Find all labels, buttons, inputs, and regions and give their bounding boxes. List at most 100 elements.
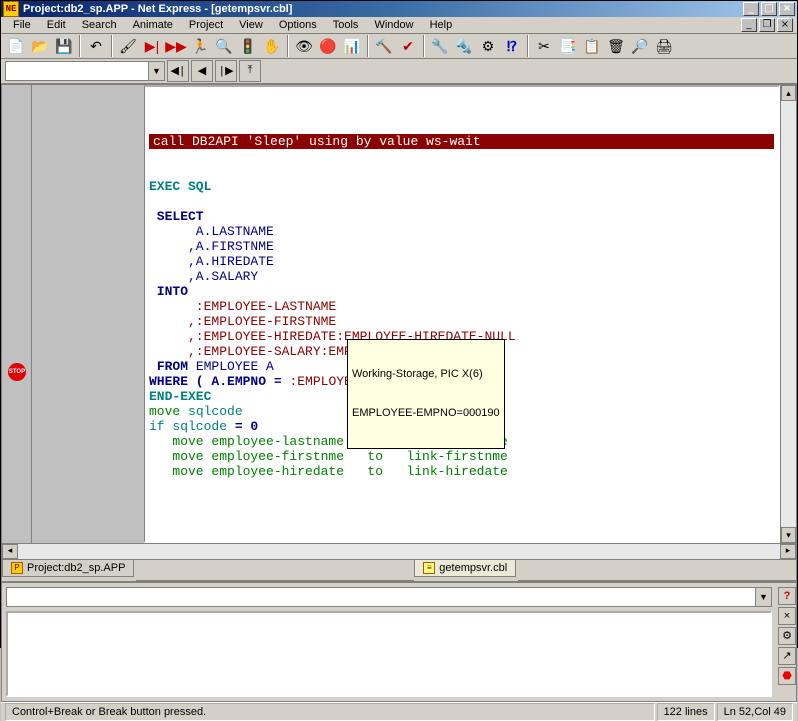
- menu-project[interactable]: Project: [181, 17, 231, 33]
- callstack-icon[interactable]: 📊: [341, 35, 363, 57]
- close-output-icon[interactable]: ×: [778, 607, 796, 625]
- step-into-icon[interactable]: ▶▶: [165, 35, 187, 57]
- hover-tooltip: Working-Storage, PIC X(6) EMPLOYEE-EMPNO…: [347, 339, 505, 449]
- copy-icon[interactable]: 📑: [557, 35, 579, 57]
- menu-animate[interactable]: Animate: [125, 17, 181, 33]
- run-icon[interactable]: 🏃: [189, 35, 211, 57]
- separator: [111, 35, 113, 57]
- gutter: STOP: [2, 85, 32, 543]
- code-token: INTO: [149, 284, 188, 299]
- code-token: END-EXEC: [149, 389, 211, 404]
- nav-next-button[interactable]: |▶: [215, 60, 237, 82]
- code-editor[interactable]: call DB2API 'Sleep' using by value ws-wa…: [144, 85, 780, 543]
- menu-search[interactable]: Search: [74, 17, 125, 33]
- separator: [423, 35, 425, 57]
- output-text[interactable]: [6, 611, 772, 697]
- document-tabs: P Project:db2_sp.APP ≡ getempsvr.cbl: [2, 559, 796, 581]
- scroll-right-icon[interactable]: ▸: [780, 544, 796, 559]
- left-margin: [32, 85, 144, 543]
- undo-icon[interactable]: ↶: [85, 35, 107, 57]
- separator: [287, 35, 289, 57]
- check-icon[interactable]: ✔: [397, 35, 419, 57]
- scroll-left-icon[interactable]: ◂: [2, 544, 18, 559]
- breakpoint-icon[interactable]: 🔴: [317, 35, 339, 57]
- scroll-up-icon[interactable]: ▴: [781, 85, 796, 101]
- help-icon[interactable]: ⁉: [501, 35, 523, 57]
- vertical-scrollbar[interactable]: ▴ ▾: [780, 85, 796, 543]
- paste-icon[interactable]: 📋: [581, 35, 603, 57]
- nav-prev-button[interactable]: ◀: [191, 60, 213, 82]
- title-text: Project:db2_sp.APP - Net Express - [gete…: [23, 3, 292, 15]
- stop-output-icon[interactable]: ⬣: [778, 667, 796, 685]
- mdi-minimize-button[interactable]: _: [741, 18, 757, 32]
- mdi-restore-button[interactable]: ❐: [759, 18, 775, 32]
- nav-first-button[interactable]: ◀|: [167, 60, 189, 82]
- toolbar: 📄 📂 💾 ↶ 🖌 ▶| ▶▶ 🏃 🔍 🚦 ✋ 👁 🔴 📊 🔨 ✔ 🔧 🔩 ⚙ …: [1, 34, 797, 59]
- close-button[interactable]: ×: [779, 2, 795, 16]
- output-filter-combo[interactable]: ▼: [6, 587, 772, 607]
- app-icon: NE: [3, 1, 19, 17]
- code-token: if sqlcode = 0: [149, 419, 258, 434]
- code-token: move sqlcode: [149, 404, 243, 419]
- output-pane: ▼ ? × ⚙ ↗ ⬣: [2, 581, 796, 701]
- dropdown-icon[interactable]: ▼: [755, 588, 771, 606]
- window-controls: _ □ ×: [743, 2, 795, 16]
- code-token: FROM EMPLOYEE A: [149, 359, 274, 374]
- tool-b-icon[interactable]: ↗: [778, 647, 796, 665]
- status-position: Ln 52,Col 49: [717, 703, 793, 721]
- tab-label: getempsvr.cbl: [439, 562, 507, 574]
- tab-filler: [136, 560, 414, 581]
- save-icon[interactable]: 💾: [53, 35, 75, 57]
- menu-help[interactable]: Help: [422, 17, 461, 33]
- separator: [79, 35, 81, 57]
- menu-window[interactable]: Window: [366, 17, 421, 33]
- print-icon[interactable]: 🖨: [653, 35, 675, 57]
- new-icon[interactable]: 📄: [5, 35, 27, 57]
- client-area: STOP call DB2API 'Sleep' using by value …: [1, 84, 797, 702]
- tool2-icon[interactable]: 🔩: [453, 35, 475, 57]
- code-token: ,A.SALARY: [149, 269, 258, 284]
- build-icon[interactable]: 🔨: [373, 35, 395, 57]
- code-token: SELECT: [149, 209, 204, 224]
- menu-view[interactable]: View: [231, 17, 271, 33]
- scroll-track[interactable]: [18, 544, 780, 559]
- zoom-icon[interactable]: 🔍: [213, 35, 235, 57]
- code-token: ,:EMPLOYEE-FIRSTNME: [149, 314, 336, 329]
- maximize-button[interactable]: □: [761, 2, 777, 16]
- code-token: A.LASTNAME: [149, 224, 274, 239]
- menu-options[interactable]: Options: [271, 17, 325, 33]
- tool-icon[interactable]: 🔧: [429, 35, 451, 57]
- nav-last-button[interactable]: ⤒: [239, 60, 261, 82]
- break-icon[interactable]: ✋: [261, 35, 283, 57]
- scroll-track[interactable]: [781, 101, 796, 527]
- separator: [367, 35, 369, 57]
- dropdown-icon[interactable]: ▼: [148, 62, 164, 80]
- find-icon[interactable]: 🔎: [629, 35, 651, 57]
- cut-icon[interactable]: ✂: [533, 35, 555, 57]
- minimize-button[interactable]: _: [743, 2, 759, 16]
- mdi-close-button[interactable]: ×: [777, 18, 793, 32]
- stop-breakpoint-icon[interactable]: STOP: [8, 363, 26, 381]
- titlebar: NE Project:db2_sp.APP - Net Express - [g…: [1, 1, 797, 17]
- scroll-down-icon[interactable]: ▾: [781, 527, 796, 543]
- open-icon[interactable]: 📂: [29, 35, 51, 57]
- code-token: ,A.FIRSTNME: [149, 239, 274, 254]
- step-over-icon[interactable]: ▶|: [141, 35, 163, 57]
- menu-edit[interactable]: Edit: [39, 17, 74, 33]
- brush-icon[interactable]: 🖌: [117, 35, 139, 57]
- delete-icon[interactable]: 🗑: [605, 35, 627, 57]
- menu-tools[interactable]: Tools: [325, 17, 367, 33]
- tool3-icon[interactable]: ⚙: [477, 35, 499, 57]
- statusbar: Control+Break or Break button pressed. 1…: [1, 702, 797, 721]
- tab-project[interactable]: P Project:db2_sp.APP: [2, 560, 134, 577]
- tab-source[interactable]: ≡ getempsvr.cbl: [414, 560, 516, 577]
- tool-a-icon[interactable]: ⚙: [778, 627, 796, 645]
- watch-icon[interactable]: 👁: [293, 35, 315, 57]
- code-token: EXEC SQL: [149, 179, 211, 194]
- horizontal-scrollbar[interactable]: ◂ ▸: [2, 543, 796, 559]
- help-icon[interactable]: ?: [778, 587, 796, 605]
- menu-file[interactable]: File: [5, 17, 39, 33]
- stop-icon[interactable]: 🚦: [237, 35, 259, 57]
- perform-combo[interactable]: ▼: [5, 61, 165, 81]
- tab-filler: [518, 560, 796, 581]
